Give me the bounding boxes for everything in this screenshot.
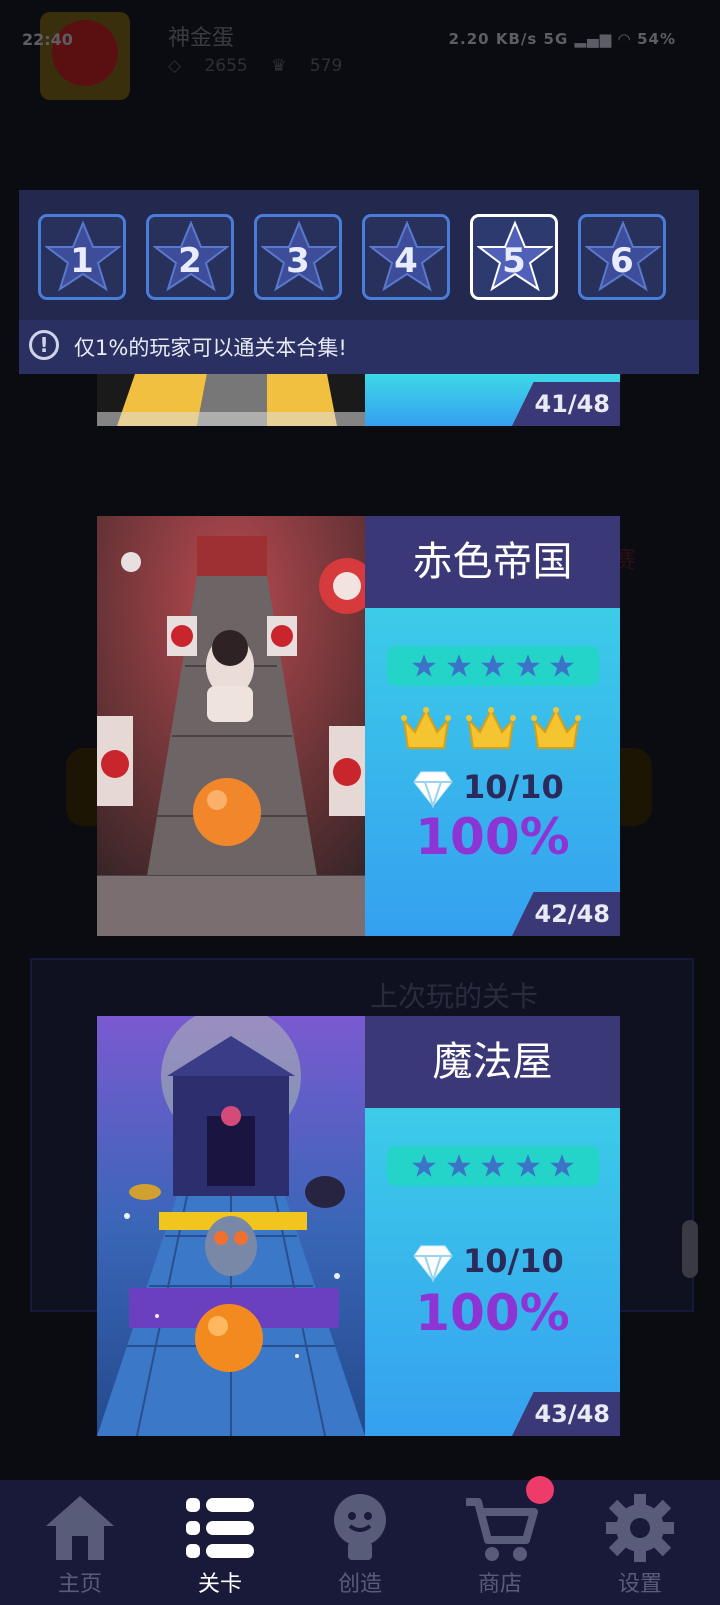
level-thumbnail xyxy=(97,516,365,936)
collection-tile-4[interactable]: 4 xyxy=(362,214,450,300)
crown-icon xyxy=(531,707,581,749)
collection-number: 6 xyxy=(610,241,634,281)
star-icon xyxy=(515,654,540,677)
star-icon xyxy=(481,1154,505,1177)
gem-count: 10/10 xyxy=(463,768,564,806)
crowns-row xyxy=(401,706,581,752)
nav-label: 商店 xyxy=(477,1572,522,1597)
crown-icon xyxy=(466,707,516,749)
star-icon xyxy=(515,1154,540,1177)
nav-home[interactable]: 主页 xyxy=(20,1480,140,1605)
level-info: 41/48 xyxy=(365,374,620,426)
bottom-nav: 主页 关卡 创造 商店 设置 xyxy=(0,1480,720,1605)
collection-tile-6[interactable]: 6 xyxy=(578,214,666,300)
collection-tile-2[interactable]: 2 xyxy=(146,214,234,300)
level-thumbnail xyxy=(97,1016,365,1436)
nav-create[interactable]: 创造 xyxy=(300,1480,420,1605)
collection-tile-3[interactable]: 3 xyxy=(254,214,342,300)
star-icon xyxy=(446,1154,471,1177)
status-bar: 22:40 2.20 KB/s 5G ▂▄▆ ◠ 54% xyxy=(0,0,720,82)
crown-icon xyxy=(401,707,451,749)
level-counter: 42/48 xyxy=(534,900,610,928)
level-card-41[interactable]: 41/48 xyxy=(97,374,620,426)
level-title: 魔法屋 xyxy=(432,1039,553,1085)
collection-tabs: 1 2 3 4 5 6 xyxy=(19,190,699,320)
level-counter: 41/48 xyxy=(534,390,610,418)
nav-label: 设置 xyxy=(617,1572,662,1597)
level-card-43[interactable]: 魔法屋 10/10 100% 43/48 xyxy=(97,1016,620,1436)
collection-tile-1[interactable]: 1 xyxy=(38,214,126,300)
gem-row: 10/10 xyxy=(413,1240,613,1284)
star-icon xyxy=(446,654,471,677)
info-icon: ! xyxy=(29,330,59,360)
completion-percent: 100% xyxy=(415,1284,570,1342)
network-speed: 2.20 KB/s 5G ▂▄▆ ◠ xyxy=(448,30,638,48)
lightbulb-icon xyxy=(334,1494,386,1560)
collection-number: 2 xyxy=(178,241,202,281)
diamond-icon xyxy=(413,771,453,808)
battery-text: 54% xyxy=(637,30,676,48)
collection-number: 1 xyxy=(70,241,94,281)
notification-badge xyxy=(526,1476,554,1504)
gem-count: 10/10 xyxy=(463,1242,564,1280)
nav-label: 主页 xyxy=(57,1572,102,1597)
last-played-title: 上次玩的关卡 xyxy=(370,980,539,1013)
status-time: 22:40 xyxy=(22,30,73,49)
notice-text: 仅1%的玩家可以通关本合集! xyxy=(74,336,347,360)
collection-number: 4 xyxy=(394,241,418,281)
star-icon xyxy=(550,654,574,677)
cart-icon xyxy=(466,1498,538,1561)
gear-icon xyxy=(606,1494,674,1562)
completion-percent: 100% xyxy=(415,808,570,866)
star-icon xyxy=(412,1154,436,1177)
level-counter: 43/48 xyxy=(534,1400,610,1428)
level-info: 魔法屋 10/10 100% 43/48 xyxy=(365,1016,620,1436)
gem-row: 10/10 xyxy=(413,766,613,810)
nav-levels[interactable]: 关卡 xyxy=(160,1480,280,1605)
collection-tile-5[interactable]: 5 xyxy=(470,214,558,300)
collection-number: 5 xyxy=(502,241,526,281)
nav-label: 关卡 xyxy=(197,1572,242,1597)
collection-number: 3 xyxy=(286,241,310,281)
diamond-icon xyxy=(413,1245,453,1282)
level-title: 赤色帝国 xyxy=(412,539,573,585)
list-icon xyxy=(186,1498,254,1558)
stars-rating xyxy=(387,646,599,686)
status-indicators: 2.20 KB/s 5G ▂▄▆ ◠ 54% xyxy=(449,30,676,48)
scrollbar[interactable] xyxy=(682,1220,698,1278)
star-icon xyxy=(481,654,505,677)
level-collection-selector: 1 2 3 4 5 6 ! 仅1%的玩家可以通关本合集! xyxy=(19,190,699,374)
level-thumbnail xyxy=(97,374,365,426)
home-icon xyxy=(46,1496,114,1560)
stars-rating xyxy=(387,1146,599,1186)
nav-label: 创造 xyxy=(337,1572,382,1597)
nav-settings[interactable]: 设置 xyxy=(580,1480,700,1605)
collection-notice: ! 仅1%的玩家可以通关本合集! xyxy=(19,320,699,374)
star-icon xyxy=(412,654,436,677)
level-card-42[interactable]: 赤色帝国 10/10 100% 42/48 xyxy=(97,516,620,936)
star-icon xyxy=(550,1154,574,1177)
level-info: 赤色帝国 10/10 100% 42/48 xyxy=(365,516,620,936)
